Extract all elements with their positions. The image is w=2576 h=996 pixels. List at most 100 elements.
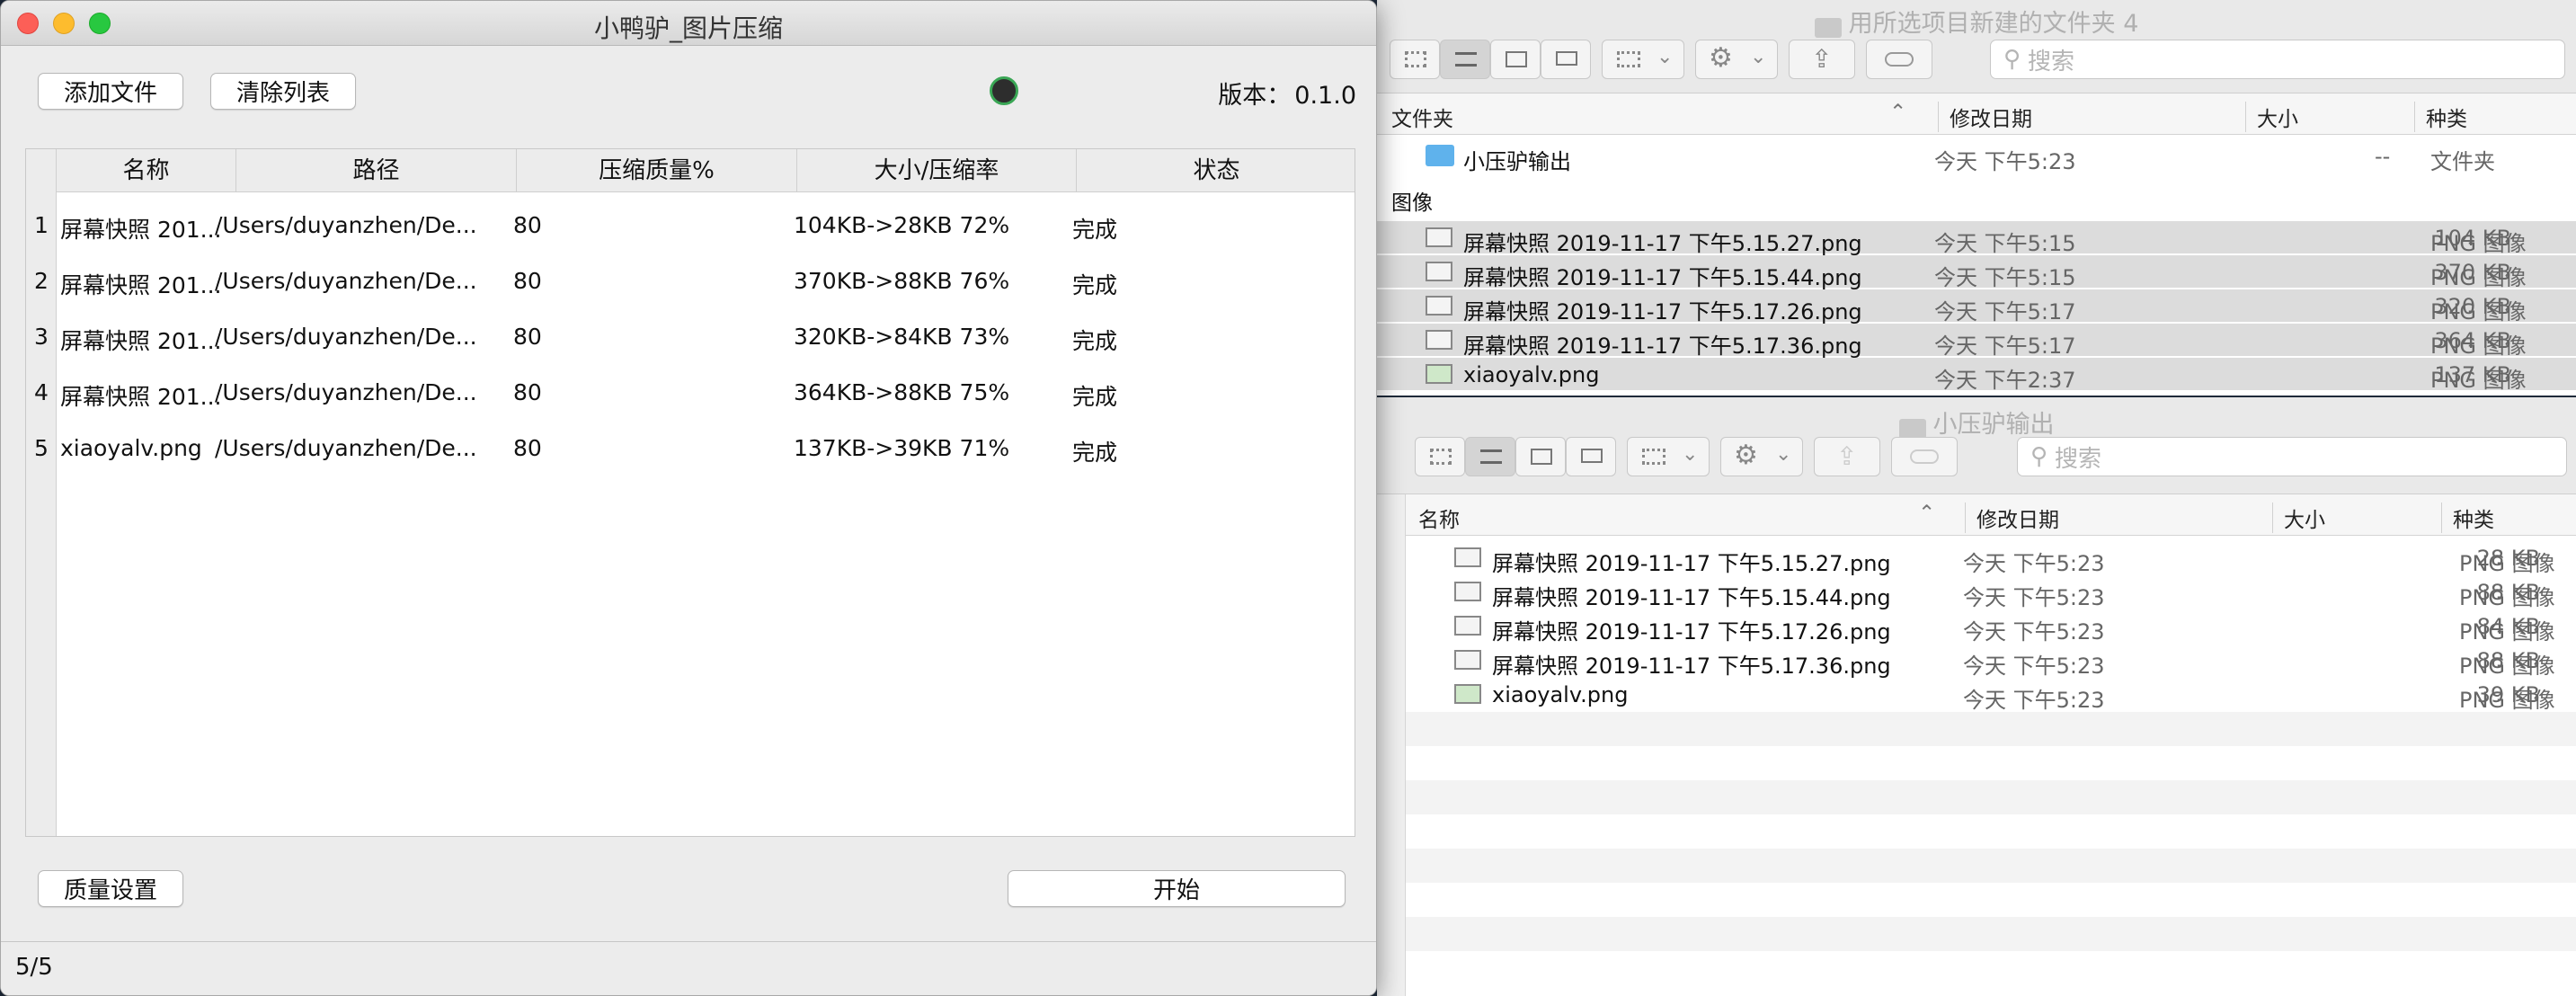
cell-quality: 80 bbox=[513, 379, 542, 405]
finder-title: 用所选项目新建的文件夹 4 bbox=[1377, 4, 2576, 39]
clear-list-button[interactable]: 清除列表 bbox=[210, 73, 356, 110]
cell-status: 完成 bbox=[1072, 217, 1118, 243]
tags-button[interactable] bbox=[1866, 40, 1932, 79]
file-row[interactable]: 屏幕快照 2019-11-17 下午5.15.27.png 今天 下午5:23 28… bbox=[1406, 541, 2576, 576]
file-row[interactable]: 屏幕快照 2019-11-17 下午5.17.36.png 今天 下午5:17 36… bbox=[1377, 324, 2576, 359]
file-row[interactable]: 屏幕快照 2019-11-17 下午5.15.27.png 今天 下午5:15 10… bbox=[1377, 221, 2576, 256]
file-row[interactable]: xiaoyalv.png 今天 下午2:37 137 KB PNG 图像 bbox=[1377, 358, 2576, 393]
grid-icon bbox=[1430, 449, 1452, 465]
table-header: 名称 路径 压缩质量% 大小/压缩率 状态 bbox=[57, 149, 1355, 192]
column-size[interactable]: 大小 bbox=[2272, 502, 2325, 533]
file-kind: PNG 图像 bbox=[2459, 585, 2555, 610]
screenshot-file-icon bbox=[1454, 547, 1481, 567]
col-path[interactable]: 路径 bbox=[236, 149, 517, 192]
gallery-icon bbox=[1581, 449, 1603, 463]
column-name[interactable]: 名称 bbox=[1418, 502, 1460, 533]
file-date: 今天 下午5:17 bbox=[1934, 333, 2076, 359]
empty-row bbox=[1406, 849, 2576, 883]
group-header: 图像 bbox=[1391, 191, 1433, 215]
view-gallery-button[interactable] bbox=[1541, 40, 1591, 79]
file-date: 今天 下午5:23 bbox=[1963, 688, 2105, 713]
column-kind[interactable]: 种类 bbox=[2414, 102, 2467, 132]
status-bar: 5/5 bbox=[1, 941, 1376, 995]
share-button[interactable]: ⇪ bbox=[1814, 437, 1880, 476]
file-table: 名称 路径 压缩质量% 大小/压缩率 状态 1 屏幕快照 201.../Users… bbox=[25, 148, 1355, 837]
cell-status: 完成 bbox=[1072, 384, 1118, 410]
share-button[interactable]: ⇪ bbox=[1789, 40, 1855, 79]
row-number: 2 bbox=[34, 268, 49, 294]
column-size[interactable]: 大小 bbox=[2245, 102, 2298, 132]
screenshot-file-icon bbox=[1426, 330, 1452, 350]
file-name: 屏幕快照 2019-11-17 下午5.15.27.png bbox=[1463, 231, 1862, 256]
column-date[interactable]: 修改日期 bbox=[1938, 102, 2032, 132]
column-kind[interactable]: 种类 bbox=[2441, 502, 2494, 533]
empty-row bbox=[1406, 814, 2576, 849]
title-bar: 小鸭驴_图片压缩 bbox=[1, 1, 1376, 46]
view-columns-button[interactable] bbox=[1490, 40, 1541, 79]
file-row[interactable]: 屏幕快照 2019-11-17 下午5.17.26.png 今天 下午5:23 84… bbox=[1406, 609, 2576, 645]
file-row[interactable]: 屏幕快照 2019-11-17 下午5.17.36.png 今天 下午5:23 88… bbox=[1406, 644, 2576, 679]
quality-settings-button[interactable]: 质量设置 bbox=[38, 870, 183, 907]
share-icon: ⇪ bbox=[1811, 44, 1833, 74]
column-date[interactable]: 修改日期 bbox=[1965, 502, 2059, 533]
column-name[interactable]: 文件夹 bbox=[1391, 102, 1453, 132]
cell-quality: 80 bbox=[513, 212, 542, 238]
progress-count: 5/5 bbox=[15, 954, 53, 981]
col-status[interactable]: 状态 bbox=[1077, 149, 1356, 192]
finder-window-source: 用所选项目新建的文件夹 4 ⌄ ⚙ ⌄ ⇪ ⚲ 搜索 文件夹 ⌃ 修改日期 大小 种… bbox=[1377, 0, 2576, 396]
screenshot-file-icon bbox=[1454, 650, 1481, 670]
tag-icon bbox=[1910, 449, 1939, 464]
tags-button[interactable] bbox=[1891, 437, 1958, 476]
col-quality[interactable]: 压缩质量% bbox=[517, 149, 797, 192]
col-name[interactable]: 名称 bbox=[57, 149, 236, 192]
chevron-down-icon: ⌄ bbox=[1682, 443, 1699, 466]
table-row[interactable]: 2 屏幕快照 201.../Users/duyanzhen/De... 80 370K… bbox=[26, 255, 1355, 311]
sort-chevron-icon: ⌃ bbox=[1918, 502, 1936, 525]
action-button[interactable]: ⚙ ⌄ bbox=[1720, 437, 1803, 476]
group-button[interactable]: ⌄ bbox=[1627, 437, 1710, 476]
file-kind: PNG 图像 bbox=[2430, 231, 2527, 256]
file-name: 屏幕快照 2019-11-17 下午5.17.26.png bbox=[1463, 299, 1862, 325]
screenshot-file-icon bbox=[1426, 227, 1452, 247]
start-button[interactable]: 开始 bbox=[1008, 870, 1346, 907]
app-logo-icon bbox=[990, 76, 1018, 105]
add-files-button[interactable]: 添加文件 bbox=[38, 73, 183, 110]
action-button[interactable]: ⚙ ⌄ bbox=[1695, 40, 1778, 79]
cell-quality: 80 bbox=[513, 324, 542, 350]
cell-path: /Users/duyanzhen/De... bbox=[215, 212, 477, 238]
screenshot-file-icon bbox=[1426, 296, 1452, 316]
view-icons-button[interactable] bbox=[1415, 437, 1465, 476]
table-row[interactable]: 1 屏幕快照 201.../Users/duyanzhen/De... 80 104K… bbox=[26, 200, 1355, 255]
file-row[interactable]: 屏幕快照 2019-11-17 下午5.15.44.png 今天 下午5:23 88… bbox=[1406, 575, 2576, 610]
view-icons-button[interactable] bbox=[1390, 40, 1440, 79]
sidebar-divider bbox=[1377, 494, 1406, 996]
file-name: 屏幕快照 2019-11-17 下午5.17.36.png bbox=[1492, 654, 1891, 679]
file-row[interactable]: xiaoyalv.png 今天 下午5:23 39 KB PNG 图像 bbox=[1406, 678, 2576, 713]
row-number: 3 bbox=[34, 324, 49, 350]
table-row[interactable]: 3 屏幕快照 201.../Users/duyanzhen/De... 80 320K… bbox=[26, 311, 1355, 367]
folder-row[interactable]: 小压驴输出 今天 下午5:23 -- 文件夹 bbox=[1377, 139, 2576, 174]
table-row[interactable]: 5 xiaoyalv.png/Users/duyanzhen/De... 80 137… bbox=[26, 422, 1355, 478]
file-kind: PNG 图像 bbox=[2459, 619, 2555, 645]
empty-row bbox=[1406, 746, 2576, 780]
view-gallery-button[interactable] bbox=[1566, 437, 1616, 476]
search-field[interactable]: ⚲ 搜索 bbox=[1990, 40, 2565, 79]
file-name: 屏幕快照 2019-11-17 下午5.15.27.png bbox=[1492, 551, 1891, 576]
file-row[interactable]: 屏幕快照 2019-11-17 下午5.17.26.png 今天 下午5:17 32… bbox=[1377, 289, 2576, 325]
chevron-down-icon: ⌄ bbox=[1657, 46, 1674, 68]
view-list-button[interactable] bbox=[1465, 437, 1515, 476]
chevron-down-icon: ⌄ bbox=[1775, 443, 1792, 466]
col-size-ratio[interactable]: 大小/压缩率 bbox=[797, 149, 1077, 192]
view-columns-button[interactable] bbox=[1515, 437, 1566, 476]
table-row[interactable]: 4 屏幕快照 201.../Users/duyanzhen/De... 80 364K… bbox=[26, 367, 1355, 422]
search-field[interactable]: ⚲ 搜索 bbox=[2017, 437, 2567, 476]
file-row[interactable]: 屏幕快照 2019-11-17 下午5.15.44.png 今天 下午5:15 37… bbox=[1377, 255, 2576, 290]
file-kind: PNG 图像 bbox=[2430, 265, 2527, 290]
empty-row bbox=[1406, 951, 2576, 985]
group-button[interactable]: ⌄ bbox=[1602, 40, 1684, 79]
cell-name: 屏幕快照 201... bbox=[60, 384, 222, 410]
finder-column-header: 文件夹 ⌃ 修改日期 大小 种类 bbox=[1377, 93, 2576, 135]
view-list-button[interactable] bbox=[1440, 40, 1490, 79]
cell-size: 364KB->88KB 75% bbox=[794, 379, 1010, 405]
cell-name: xiaoyalv.png bbox=[60, 435, 202, 461]
